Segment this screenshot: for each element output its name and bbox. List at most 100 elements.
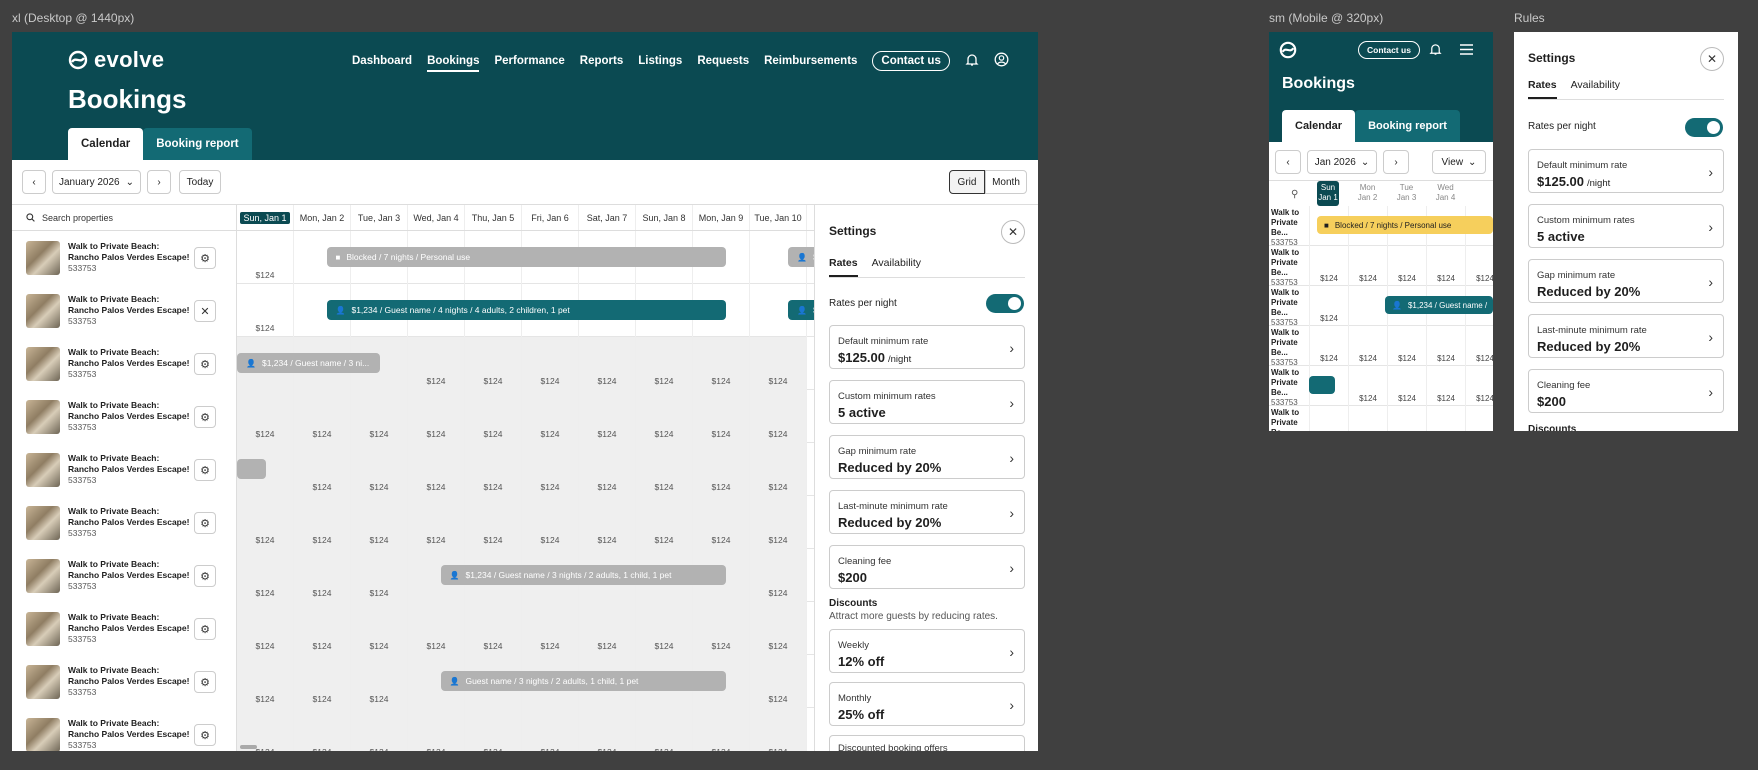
month-select[interactable]: Jan 2026 ⌄ xyxy=(1307,150,1377,174)
booking-bar[interactable]: 👤 Guest name / 3 nights / 2 adults, 1 chi… xyxy=(440,671,726,691)
property-cell[interactable]: Walk to Private Beach: Rancho Palos Verde… xyxy=(12,708,237,751)
booking-bar[interactable]: 👤 $1,234 / Guest name / 3 nights / 2 adul… xyxy=(440,565,726,585)
view-select[interactable]: View ⌄ xyxy=(1432,150,1486,174)
day-cell[interactable]: $124 xyxy=(294,602,351,655)
day-cell[interactable]: $124 xyxy=(294,390,351,443)
rate-card[interactable]: Last-minute minimum rate Reduced by 20% › xyxy=(1528,314,1724,358)
property-cell[interactable]: Walk to Private Beach: Rancho Palos Verde… xyxy=(12,655,237,708)
day-cell[interactable]: $124 xyxy=(237,390,294,443)
day-cell[interactable]: $124 xyxy=(522,337,579,390)
day-cell[interactable]: $124 xyxy=(294,655,351,708)
rate-card[interactable]: Cleaning fee $200 › xyxy=(1528,369,1724,413)
nav-performance[interactable]: Performance xyxy=(494,55,564,67)
day-cell[interactable]: $124 xyxy=(294,496,351,549)
day-cell[interactable]: $124 xyxy=(294,708,351,751)
day-cell[interactable]: $124 xyxy=(750,337,807,390)
rates-per-night-toggle[interactable] xyxy=(986,294,1024,313)
day-cell[interactable]: $124 xyxy=(750,708,807,751)
view-grid-button[interactable]: Grid xyxy=(949,170,985,194)
prev-month-button[interactable]: ‹ xyxy=(22,170,46,194)
day-cell[interactable]: $124 xyxy=(636,443,693,496)
tab-booking-report[interactable]: Booking report xyxy=(143,128,252,160)
rate-card[interactable]: Cleaning fee $200 › xyxy=(829,545,1025,589)
property-cell[interactable]: Walk to Private Beach: Rancho Palos Verde… xyxy=(12,496,237,549)
nav-requests[interactable]: Requests xyxy=(697,55,749,67)
settings-button[interactable]: ⚙ xyxy=(194,247,216,269)
hamburger-menu-icon[interactable] xyxy=(1459,43,1474,61)
day-cell[interactable]: $124 xyxy=(351,549,408,602)
day-cell[interactable]: $124 xyxy=(1465,246,1493,286)
booking-bar[interactable]: 👤 $1,234 / Guest name / 3 ni... xyxy=(237,353,380,373)
day-cell[interactable]: $124 xyxy=(522,602,579,655)
settings-button[interactable]: ⚙ xyxy=(194,406,216,428)
day-cell[interactable]: $124 xyxy=(465,443,522,496)
tab-availability[interactable]: Availability xyxy=(1571,79,1620,99)
day-cell[interactable]: $124 xyxy=(1309,286,1348,326)
tab-rates[interactable]: Rates xyxy=(1528,79,1557,99)
day-cell[interactable]: $124 xyxy=(465,708,522,751)
day-cell[interactable]: $124 xyxy=(1465,406,1493,431)
day-cell[interactable]: $124 xyxy=(294,443,351,496)
day-cell[interactable]: $124 xyxy=(465,602,522,655)
day-cell[interactable]: $124 xyxy=(636,602,693,655)
property-cell[interactable]: Walk to Private Beach: Rancho Palos Verde… xyxy=(12,231,237,284)
rates-per-night-toggle[interactable] xyxy=(1685,118,1723,137)
day-cell[interactable]: $124 xyxy=(1387,326,1426,366)
day-cell[interactable]: $124 xyxy=(408,337,465,390)
tab-calendar[interactable]: Calendar xyxy=(68,128,144,160)
rate-card[interactable]: Gap minimum rate Reduced by 20% › xyxy=(829,435,1025,479)
day-cell[interactable]: $124 xyxy=(237,602,294,655)
day-cell[interactable]: $124 xyxy=(636,708,693,751)
settings-button[interactable]: ⚙ xyxy=(194,512,216,534)
booking-bar[interactable]: 👤$1 xyxy=(788,300,814,320)
booking-bar[interactable]: ■ Blocked / 7 nights / Personal use xyxy=(326,247,726,267)
day-cell[interactable]: $124 xyxy=(1387,366,1426,406)
evolve-logo-icon[interactable] xyxy=(1279,41,1297,64)
property-name[interactable]: Walk to Private Be...533753 xyxy=(1271,368,1307,408)
close-row-button[interactable]: ✕ xyxy=(194,300,216,322)
property-cell[interactable]: Walk to Private Beach: Rancho Palos Verde… xyxy=(12,549,237,602)
contact-us-button[interactable]: Contact us xyxy=(872,51,950,71)
day-cell[interactable]: $124 xyxy=(1465,366,1493,406)
booking-bar[interactable]: 👤$1... xyxy=(788,247,814,267)
day-cell[interactable]: $124 xyxy=(1426,406,1465,431)
property-cell[interactable]: Walk to Private Beach: Rancho Palos Verde… xyxy=(12,390,237,443)
month-select[interactable]: January 2026 ⌄ xyxy=(52,170,141,194)
day-cell[interactable]: $124 xyxy=(1309,326,1348,366)
rate-card[interactable]: Custom minimum rates 5 active › xyxy=(829,380,1025,424)
property-cell[interactable]: Walk to Private Beach: Rancho Palos Verde… xyxy=(12,284,237,337)
tab-availability[interactable]: Availability xyxy=(872,257,921,277)
day-cell[interactable]: $124 xyxy=(465,496,522,549)
day-cell[interactable]: $124 xyxy=(1348,246,1387,286)
day-cell[interactable]: $124 xyxy=(1387,406,1426,431)
day-cell[interactable]: $124 xyxy=(465,337,522,390)
property-cell[interactable]: Walk to Private Beach: Rancho Palos Verde… xyxy=(12,602,237,655)
booking-bar[interactable]: ■ Blocked / 7 nights / Personal use xyxy=(1317,216,1493,234)
booking-bar[interactable]: 👤 $1,234 / Guest name / 4 nights / 4 adul… xyxy=(326,300,726,320)
settings-button[interactable]: ⚙ xyxy=(194,618,216,640)
day-cell[interactable]: $124 xyxy=(351,496,408,549)
day-cell[interactable]: $124 xyxy=(351,443,408,496)
day-cell[interactable]: $124 xyxy=(522,390,579,443)
day-cell[interactable]: $124 xyxy=(636,390,693,443)
day-cell[interactable]: $124 xyxy=(750,496,807,549)
bell-icon[interactable] xyxy=(965,53,979,70)
property-cell[interactable]: Walk to Private Beach: Rancho Palos Verde… xyxy=(12,337,237,390)
day-cell[interactable]: $124 xyxy=(294,549,351,602)
day-cell[interactable]: $124 xyxy=(579,337,636,390)
day-cell[interactable]: $124 xyxy=(408,496,465,549)
day-cell[interactable]: $124 xyxy=(693,337,750,390)
settings-button[interactable]: ⚙ xyxy=(194,353,216,375)
day-cell[interactable]: $124 xyxy=(1309,406,1348,431)
day-cell[interactable]: $124 xyxy=(750,443,807,496)
day-cell[interactable]: $124 xyxy=(465,390,522,443)
day-cell[interactable]: $124 xyxy=(750,602,807,655)
day-cell[interactable]: $124 xyxy=(579,496,636,549)
close-settings-button[interactable]: ✕ xyxy=(1700,47,1724,71)
monthly-discount-card[interactable]: Monthly 25% off › xyxy=(829,682,1025,726)
brand-logo[interactable]: evolve xyxy=(68,46,164,74)
day-cell[interactable]: $124 xyxy=(351,708,408,751)
day-cell[interactable]: $124 xyxy=(750,549,807,602)
booking-bar[interactable] xyxy=(1309,376,1335,394)
day-cell[interactable]: $124 xyxy=(1309,246,1348,286)
